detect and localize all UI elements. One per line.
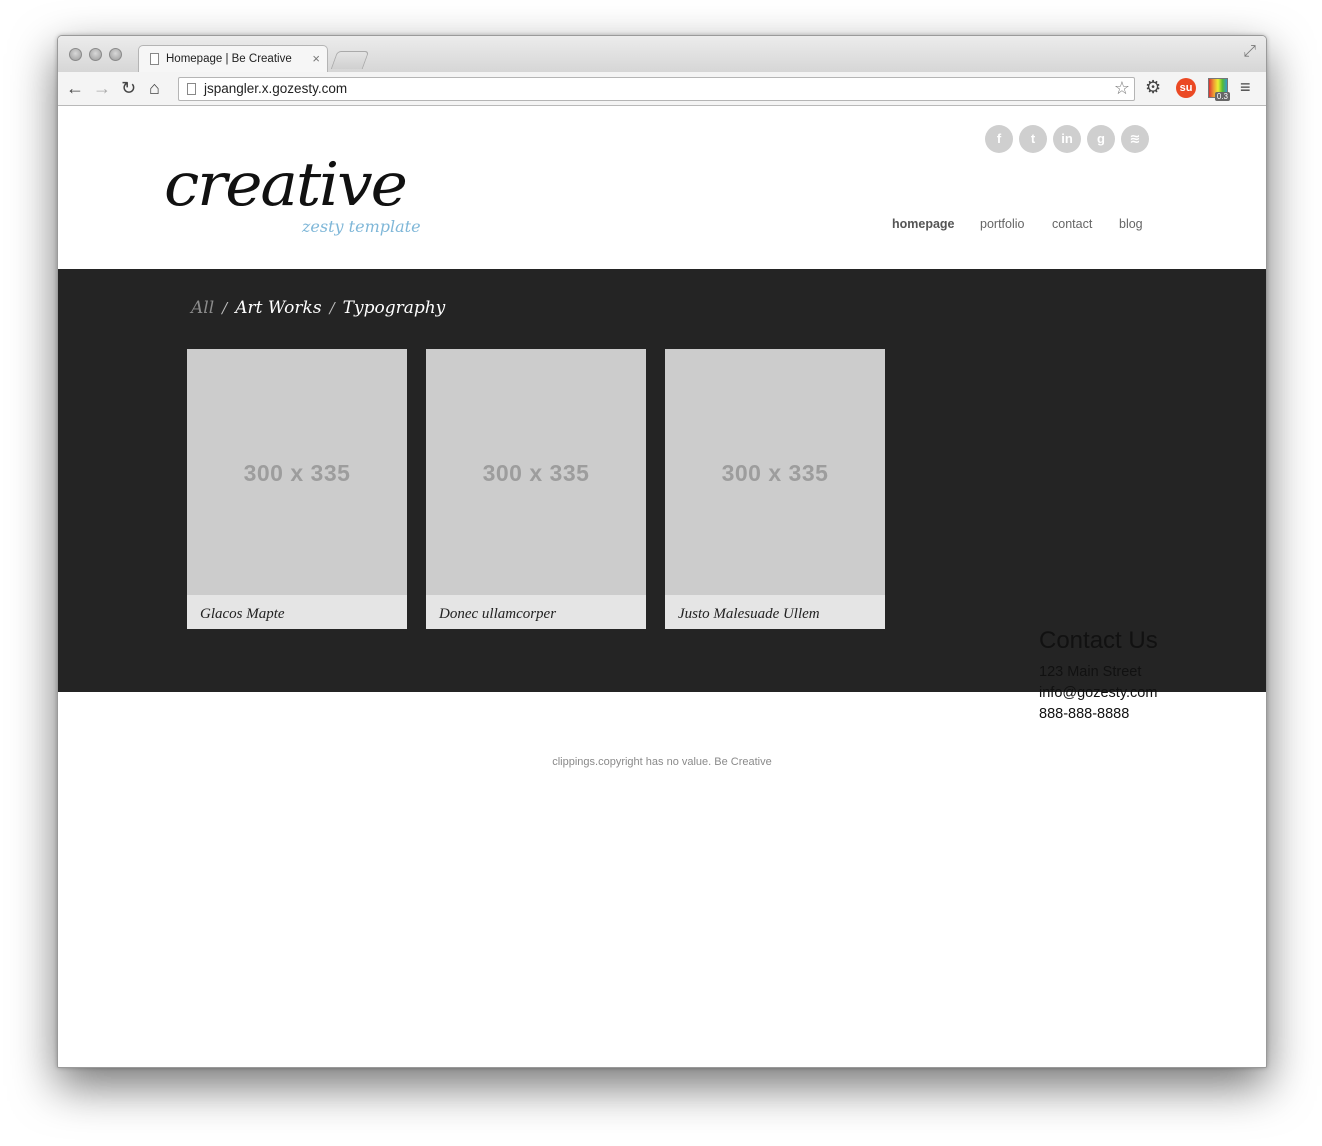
contact-address: 123 Main Street	[1039, 664, 1142, 680]
web-page: f t in g ≋ creative zesty template homep…	[58, 107, 1266, 1067]
zoom-window-button[interactable]	[109, 48, 122, 61]
rss-icon[interactable]: ≋	[1121, 125, 1149, 153]
page-icon	[187, 83, 196, 95]
filter-separator: /	[222, 299, 228, 317]
tab-strip: Homepage | Be Creative × ⤢	[58, 36, 1266, 73]
portfolio-item-caption[interactable]: Justo Malesuade Ullem	[678, 606, 820, 623]
placeholder-image[interactable]: 300 x 335	[187, 349, 407, 595]
filter-separator: /	[329, 299, 335, 317]
home-icon[interactable]: ⌂	[149, 78, 160, 98]
filter-all[interactable]: All	[191, 298, 214, 318]
logo-wordmark: creative	[164, 150, 408, 220]
reload-icon[interactable]: ↻	[121, 78, 136, 98]
placeholder-dimensions: 300 x 335	[243, 460, 351, 486]
linkedin-icon[interactable]: in	[1053, 125, 1081, 153]
nav-blog[interactable]: blog	[1119, 217, 1143, 231]
fullscreen-icon[interactable]: ⤢	[1243, 43, 1256, 61]
url-text[interactable]: jspangler.x.gozesty.com	[204, 81, 347, 96]
bookmark-star-icon[interactable]: ☆	[1114, 78, 1130, 99]
browser-toolbar: ← → ↻ ⌂ jspangler.x.gozesty.com ☆ ⚙ su 0…	[58, 72, 1266, 106]
portfolio-item-caption[interactable]: Glacos Mapte	[200, 606, 285, 623]
portfolio-item[interactable]: 300 x 335 Donec ullamcorper	[426, 349, 646, 629]
placeholder-image[interactable]: 300 x 335	[426, 349, 646, 595]
back-icon[interactable]: ←	[66, 78, 84, 98]
portfolio-filters: All / Art Works / Typography	[191, 298, 445, 318]
nav-homepage[interactable]: homepage	[892, 217, 955, 231]
close-window-button[interactable]	[69, 48, 82, 61]
new-tab-button[interactable]	[330, 51, 370, 69]
forward-icon[interactable]: →	[93, 78, 111, 98]
nav-contact[interactable]: contact	[1052, 217, 1092, 231]
site-logo[interactable]: creative zesty template	[164, 155, 421, 236]
portfolio-item-caption[interactable]: Donec ullamcorper	[439, 606, 556, 623]
stumbleupon-icon[interactable]: su	[1176, 78, 1196, 98]
tab-title: Homepage | Be Creative	[166, 53, 292, 65]
tab-homepage[interactable]: Homepage | Be Creative ×	[138, 45, 328, 73]
contact-heading: Contact Us	[1039, 627, 1158, 654]
portfolio-item[interactable]: 300 x 335 Justo Malesuade Ullem	[665, 349, 885, 629]
portfolio-item[interactable]: 300 x 335 Glacos Mapte	[187, 349, 407, 629]
address-bar[interactable]: jspangler.x.gozesty.com ☆	[178, 77, 1135, 101]
placeholder-dimensions: 300 x 335	[721, 460, 829, 486]
footer-copyright: clippings.copyright has no value. Be Cre…	[552, 756, 772, 768]
gear-icon[interactable]: ⚙	[1145, 77, 1161, 97]
color-extension-icon[interactable]: 0.3	[1208, 78, 1230, 101]
extension-badge: 0.3	[1214, 92, 1230, 101]
contact-email[interactable]: info@gozesty.com	[1039, 685, 1157, 701]
chrome-menu-icon[interactable]: ≡	[1240, 77, 1251, 97]
twitter-icon[interactable]: t	[1019, 125, 1047, 153]
contact-phone: 888-888-8888	[1039, 706, 1130, 722]
tab-close-icon[interactable]: ×	[312, 51, 320, 66]
placeholder-image[interactable]: 300 x 335	[665, 349, 885, 595]
filter-typography[interactable]: Typography	[343, 298, 446, 318]
filter-art-works[interactable]: Art Works	[235, 298, 321, 318]
browser-window: Homepage | Be Creative × ⤢ ← → ↻ ⌂ jspan…	[57, 35, 1267, 1068]
facebook-icon[interactable]: f	[985, 125, 1013, 153]
placeholder-dimensions: 300 x 335	[482, 460, 590, 486]
document-icon	[150, 53, 159, 65]
logo-tagline: zesty template	[302, 217, 421, 236]
minimize-window-button[interactable]	[89, 48, 102, 61]
google-icon[interactable]: g	[1087, 125, 1115, 153]
nav-portfolio[interactable]: portfolio	[980, 217, 1024, 231]
